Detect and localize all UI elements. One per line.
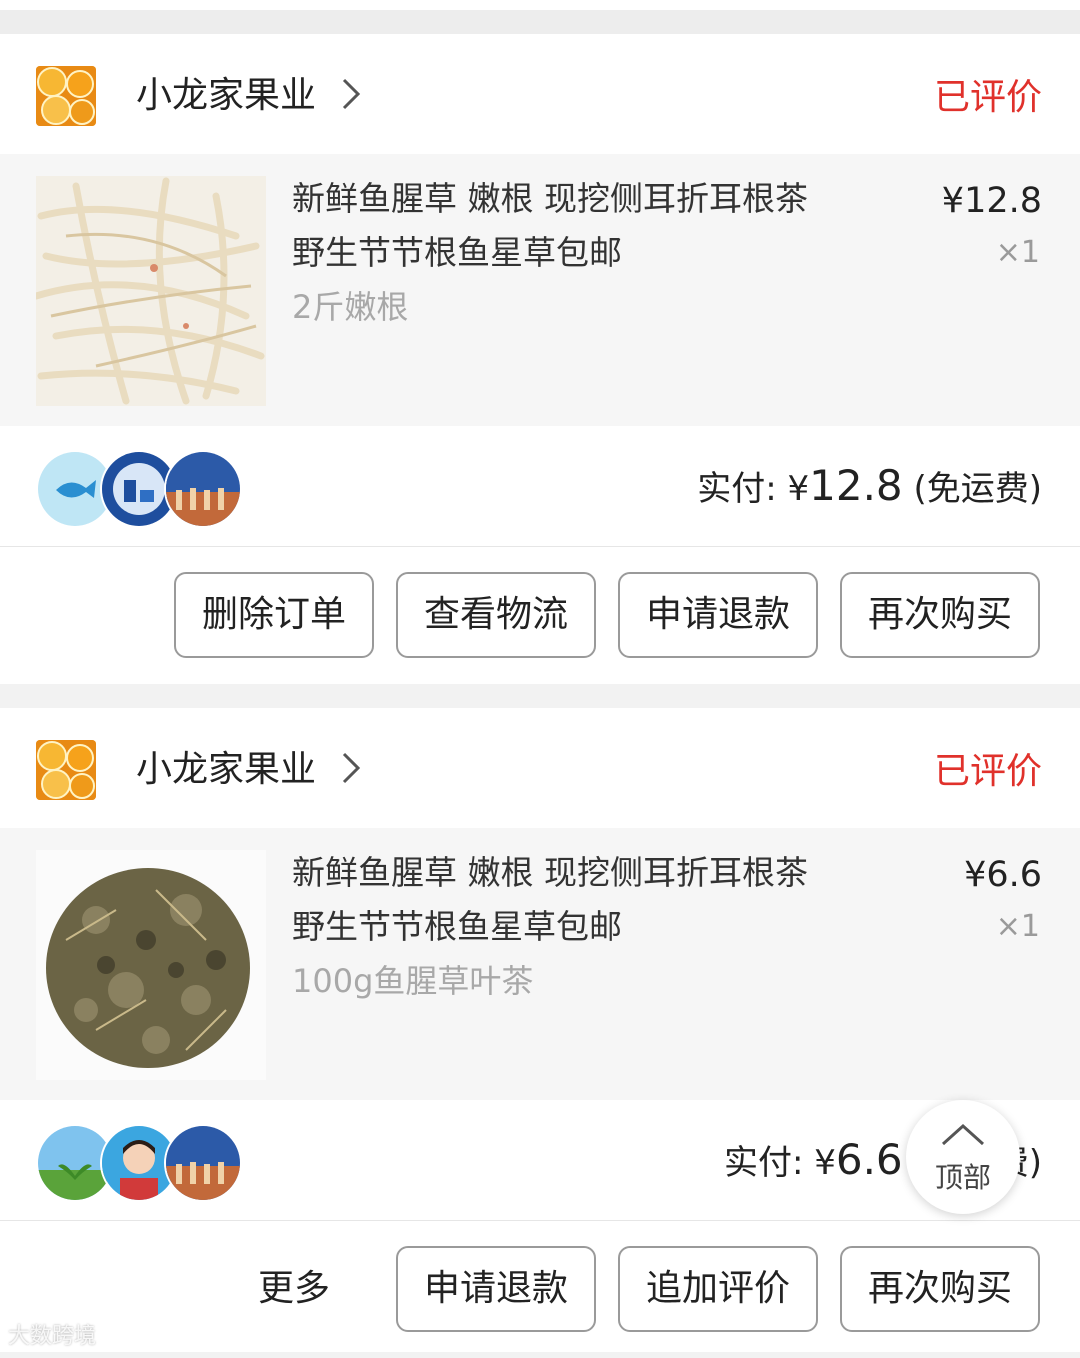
add-review-button[interactable]: 追加评价 [618,1246,818,1332]
product-image[interactable] [36,176,266,406]
product-title-line: 新鲜鱼腥草 嫩根 现挖侧耳折耳根茶 [292,179,808,218]
order-actions: 删除订单 查看物流 申请退款 再次购买 [0,548,1080,684]
product-quantity: ×1 [995,235,1040,270]
payment-row: 实付: ¥12.8 (免运费) [0,426,1080,547]
shop-logo [36,66,96,126]
shop-header[interactable]: 小龙家果业 已评价 [0,34,1080,154]
request-refund-button[interactable]: 申请退款 [396,1246,596,1332]
order-status: 已评价 [933,751,1042,792]
product-image[interactable] [36,850,266,1080]
top-separator [0,0,1080,34]
product-quantity: ×1 [995,909,1040,944]
view-logistics-button[interactable]: 查看物流 [396,572,596,658]
watermark: 大数跨境 [8,1324,97,1349]
product-title[interactable]: 新鲜鱼腥草 嫩根 现挖侧耳折耳根茶 野生节节根鱼星草包邮 [292,846,912,954]
avatar[interactable] [164,1124,242,1202]
product-spec: 100g鱼腥草叶茶 [292,962,534,1000]
buy-again-button[interactable]: 再次购买 [840,1246,1040,1332]
order-card: 小龙家果业 已评价 新鲜鱼腥草 嫩根 现挖侧耳折耳根茶 野生节节根鱼星草包邮 1… [0,708,1080,1352]
more-link[interactable]: 更多 [258,1246,330,1332]
product-title-line: 野生节节根鱼星草包邮 [292,907,622,946]
order-status: 已评价 [933,77,1042,118]
shop-logo [36,740,96,800]
product-title-line: 新鲜鱼腥草 嫩根 现挖侧耳折耳根茶 [292,853,808,892]
product-spec: 2斤嫩根 [292,288,409,326]
chevron-right-icon[interactable] [340,76,362,121]
chevron-up-icon [941,1123,985,1146]
delete-order-button[interactable]: 删除订单 [174,572,374,658]
amount-paid: 实付: ¥12.8 (免运费) [697,461,1042,510]
chevron-right-icon[interactable] [340,750,362,795]
shop-name[interactable]: 小龙家果业 [136,744,316,796]
product-price: ¥6.6 [964,855,1042,895]
order-card: 小龙家果业 已评价 新鲜鱼腥草 嫩根 现挖侧耳折耳根茶 野生节节根鱼星草包邮 2… [0,34,1080,684]
order-item[interactable]: 新鲜鱼腥草 嫩根 现挖侧耳折耳根茶 野生节节根鱼星草包邮 100g鱼腥草叶茶 ¥… [0,828,1080,1100]
product-price: ¥12.8 [941,181,1042,221]
order-actions: 更多 申请退款 追加评价 再次购买 [0,1222,1080,1358]
product-title[interactable]: 新鲜鱼腥草 嫩根 现挖侧耳折耳根茶 野生节节根鱼星草包邮 [292,172,912,280]
request-refund-button[interactable]: 申请退款 [618,572,818,658]
product-title-line: 野生节节根鱼星草包邮 [292,233,622,272]
back-to-top-label: 顶部 [934,1161,991,1194]
back-to-top-button[interactable]: 顶部 [906,1100,1020,1214]
shop-header[interactable]: 小龙家果业 已评价 [0,708,1080,828]
buy-again-button[interactable]: 再次购买 [840,572,1040,658]
shop-name[interactable]: 小龙家果业 [136,70,316,122]
order-item[interactable]: 新鲜鱼腥草 嫩根 现挖侧耳折耳根茶 野生节节根鱼星草包邮 2斤嫩根 ¥12.8 … [0,154,1080,426]
avatar[interactable] [164,450,242,528]
